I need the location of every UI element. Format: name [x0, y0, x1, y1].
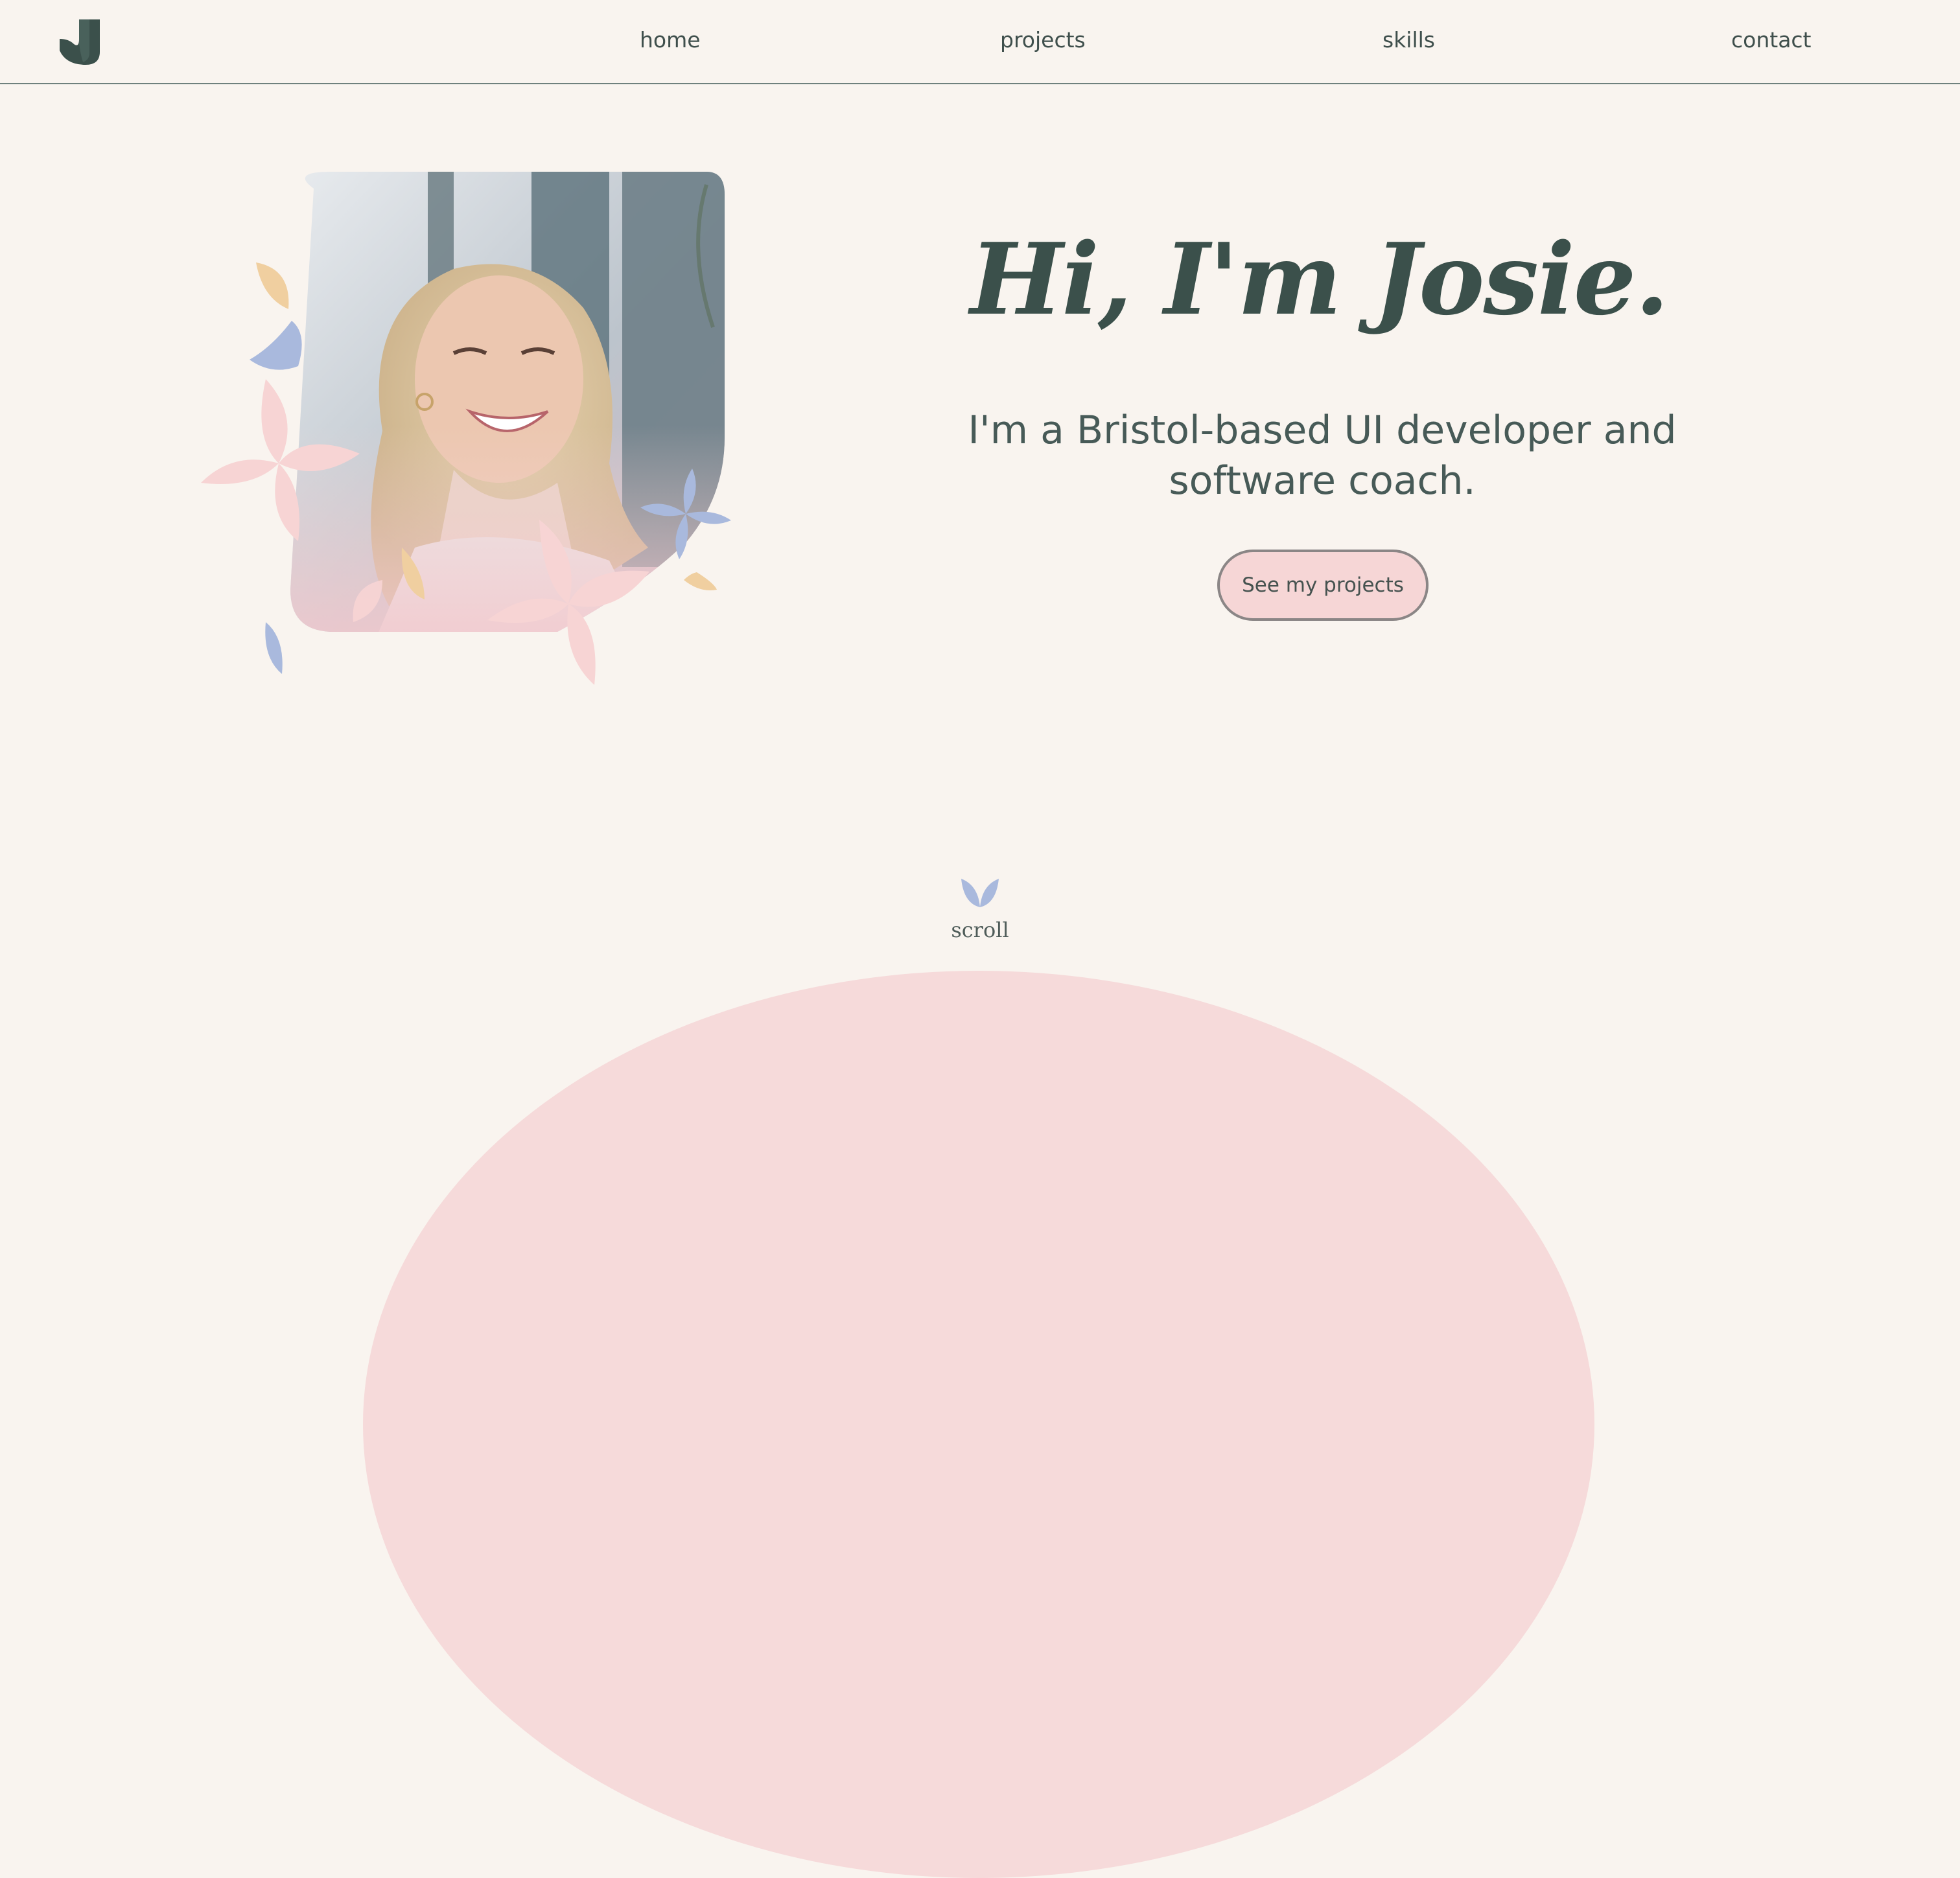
- leaf-icon[interactable]: [960, 875, 1000, 909]
- section-divider-arc: [363, 971, 1594, 1878]
- hero-heading: Hi, I'm Josie.: [970, 221, 1670, 337]
- scroll-label[interactable]: scroll: [915, 918, 1045, 942]
- nav-home-link[interactable]: home: [640, 27, 701, 52]
- site-header: home projects skills contact: [0, 0, 1960, 84]
- hero-subtitle: I'm a Bristol-based UI developer and sof…: [968, 408, 1677, 504]
- hero-photo-area: [194, 159, 758, 716]
- nav-contact-link[interactable]: contact: [1731, 27, 1812, 52]
- profile-photo: [201, 172, 731, 685]
- nav-skills-link[interactable]: skills: [1382, 27, 1435, 52]
- see-my-projects-button[interactable]: See my projects: [1217, 550, 1429, 621]
- nav-projects-link[interactable]: projects: [1000, 27, 1086, 52]
- logo-icon[interactable]: [60, 19, 102, 65]
